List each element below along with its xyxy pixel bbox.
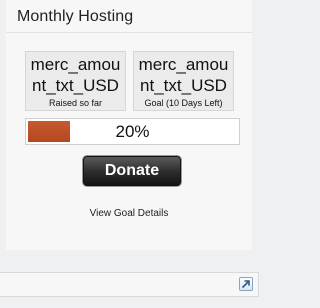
raised-amount-label: Raised so far: [48, 98, 103, 108]
external-link-icon: [242, 280, 250, 288]
title-divider: [6, 32, 252, 33]
goal-progress-bar: 20%: [25, 118, 240, 145]
donate-button[interactable]: Donate: [83, 156, 181, 186]
widget-title: Monthly Hosting: [17, 8, 134, 25]
view-goal-details-link[interactable]: View Goal Details: [6, 208, 252, 219]
bottom-toolbar: [0, 272, 259, 297]
progress-percent-text: 20%: [115, 122, 150, 141]
goal-amount-label: Goal (10 Days Left): [144, 98, 223, 108]
external-link-button[interactable]: [239, 277, 253, 291]
raised-amount-value: merc_amount_txt_USD: [30, 55, 121, 95]
donation-widget: Monthly Hosting merc_amount_txt_USD Rais…: [6, 0, 252, 250]
raised-amount-box: merc_amount_txt_USD Raised so far: [25, 51, 126, 111]
goal-amount-value: merc_amount_txt_USD: [138, 55, 229, 95]
goal-amount-box: merc_amount_txt_USD Goal (10 Days Left): [133, 51, 234, 111]
